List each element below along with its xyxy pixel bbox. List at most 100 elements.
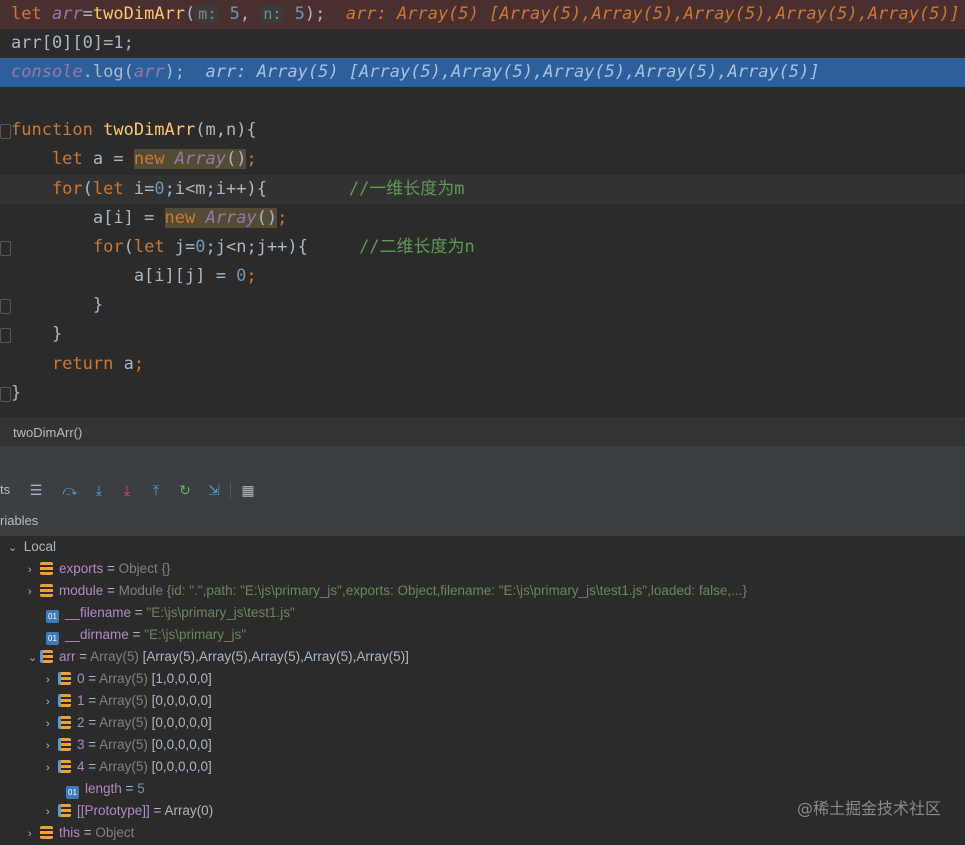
tree-row[interactable]: ⌄ arr = Array(5) [Array(5),Array(5),Array…: [28, 646, 409, 668]
var-value: Array(0): [164, 803, 214, 818]
code-text: ;i<m;i++){: [164, 179, 267, 199]
equals: =: [84, 737, 100, 752]
keyword: for: [11, 237, 124, 257]
keyword: new: [133, 149, 175, 169]
tree-row[interactable]: › exports = Object {}: [28, 558, 170, 580]
code-line-12[interactable]: return a;: [0, 350, 144, 379]
chevron-down-icon[interactable]: ⌄: [28, 647, 40, 669]
paren: (): [256, 208, 278, 228]
code-line-1[interactable]: let arr=twoDimArr(m: 5, n: 5); arr: Arra…: [0, 0, 965, 29]
chevron-right-icon[interactable]: ›: [28, 559, 40, 581]
var-name: 4: [77, 759, 85, 774]
breadcrumb-item[interactable]: twoDimArr(): [13, 425, 82, 440]
params: (m,n){: [195, 120, 257, 140]
var-name: 1: [77, 693, 85, 708]
var-name: 0: [77, 671, 85, 686]
chevron-right-icon[interactable]: ›: [28, 823, 40, 845]
object-icon: [40, 562, 53, 575]
equals: =: [103, 583, 119, 598]
equals: =: [80, 825, 96, 840]
semicolon: ;: [246, 149, 257, 169]
var-type: Array(5): [99, 737, 152, 752]
code-line-3-execution-point[interactable]: console.log(arr); arr: Array(5) [Array(5…: [0, 58, 965, 87]
var-type: Module {: [118, 583, 172, 598]
tree-row[interactable]: › 0 = Array(5) [1,0,0,0,0]: [46, 668, 212, 690]
panel-title: riables: [0, 513, 39, 528]
chevron-right-icon[interactable]: ›: [46, 713, 58, 735]
semicolon: ;: [133, 354, 145, 374]
tree-row[interactable]: 01 length = 5: [66, 778, 145, 800]
operator: =: [82, 4, 93, 24]
debug-toolbar: ts ☰ ⤼ ⤓ ⤓ ⤒ ↻ ⇲ ▦: [0, 474, 965, 507]
step-into-icon[interactable]: ⤓: [89, 480, 109, 500]
tree-row[interactable]: › 2 = Array(5) [0,0,0,0,0]: [46, 712, 212, 734]
breadcrumb[interactable]: twoDimArr(): [0, 418, 965, 446]
chevron-right-icon[interactable]: ›: [46, 669, 58, 691]
primitive-icon: 01: [46, 610, 59, 623]
comment: //一维长度为m: [266, 179, 465, 199]
keyword: let: [11, 149, 93, 169]
chevron-right-icon[interactable]: ›: [46, 757, 58, 779]
chevron-down-icon[interactable]: ⌄: [8, 537, 20, 559]
equals: =: [84, 671, 100, 686]
code-line-10[interactable]: }: [0, 291, 103, 320]
code-line-8[interactable]: for(let j=0;j<n;j++){ //二维长度为n: [0, 233, 475, 262]
chevron-right-icon[interactable]: ›: [28, 581, 40, 603]
var-type: Array(5): [90, 649, 143, 664]
array-icon: [58, 716, 71, 729]
number: 5: [219, 4, 240, 24]
var-value: [0,0,0,0,0]: [151, 759, 212, 774]
chevron-right-icon[interactable]: ›: [46, 801, 58, 823]
equals: =: [131, 605, 147, 620]
var-value: id: ".",path: "E:\js\primary_js",exports…: [171, 583, 747, 598]
frames-icon[interactable]: ☰: [26, 480, 46, 500]
code-editor[interactable]: let arr=twoDimArr(m: 5, n: 5); arr: Arra…: [0, 0, 965, 418]
code-line-6[interactable]: for(let i=0;i<m;i++){ //一维长度为m: [0, 175, 965, 204]
force-step-into-icon[interactable]: ⤓: [117, 480, 137, 500]
tree-row[interactable]: › module = Module {id: ".",path: "E:\js\p…: [28, 580, 747, 602]
chevron-right-icon[interactable]: ›: [46, 735, 58, 757]
param-hint: n:: [260, 5, 285, 23]
var-value: [0,0,0,0,0]: [151, 693, 212, 708]
var-type: Array(5): [99, 671, 152, 686]
step-over-icon[interactable]: ⤼: [60, 480, 80, 500]
code-text: a =: [92, 149, 134, 169]
tree-row[interactable]: › 4 = Array(5) [0,0,0,0,0]: [46, 756, 212, 778]
code-line-4[interactable]: function twoDimArr(m,n){: [0, 116, 257, 145]
var-name: __filename: [65, 605, 132, 620]
variable: arr: [133, 62, 165, 82]
var-name: 2: [77, 715, 85, 730]
equals: =: [84, 715, 100, 730]
var-type: Object {}: [118, 561, 171, 576]
function-name: twoDimArr: [103, 120, 196, 140]
tree-row[interactable]: › 1 = Array(5) [0,0,0,0,0]: [46, 690, 212, 712]
tree-row[interactable]: 01 __dirname = "E:\js\primary_js": [46, 624, 246, 646]
toolbar-divider: [230, 482, 231, 498]
tree-row[interactable]: › 3 = Array(5) [0,0,0,0,0]: [46, 734, 212, 756]
tree-row[interactable]: › [[Prototype]] = Array(0): [46, 800, 213, 822]
code-line-9[interactable]: a[i][j] = 0;: [0, 262, 257, 291]
paren: (: [185, 4, 196, 24]
code-line-2[interactable]: arr[0][0]=1;: [0, 29, 134, 58]
evaluate-icon[interactable]: ▦: [238, 480, 258, 500]
step-out-icon[interactable]: ⤒: [146, 480, 166, 500]
code-line-5[interactable]: let a = new Array();: [0, 145, 257, 174]
code-line-7[interactable]: a[i] = new Array();: [0, 204, 287, 233]
restart-frame-icon[interactable]: ↻: [175, 480, 195, 500]
tree-node-local[interactable]: ⌄ Local: [8, 536, 56, 558]
run-to-cursor-icon[interactable]: ⇲: [204, 480, 224, 500]
var-value: "E:\js\primary_js\test1.js": [146, 605, 295, 620]
code-line-11[interactable]: }: [0, 320, 62, 349]
number: 0: [154, 179, 165, 199]
chevron-right-icon[interactable]: ›: [46, 691, 58, 713]
paren: (): [225, 149, 247, 169]
code-line-13[interactable]: }: [0, 379, 41, 408]
code-text: ;j<n;j++){: [205, 237, 308, 257]
keyword: for: [11, 179, 83, 199]
tree-row[interactable]: 01 __filename = "E:\js\primary_js\test1.j…: [46, 602, 295, 624]
var-type: Object: [95, 825, 135, 840]
equals: =: [84, 693, 100, 708]
paren: );: [304, 4, 326, 24]
equals: =: [149, 803, 165, 818]
panel-splitter[interactable]: [0, 446, 965, 475]
